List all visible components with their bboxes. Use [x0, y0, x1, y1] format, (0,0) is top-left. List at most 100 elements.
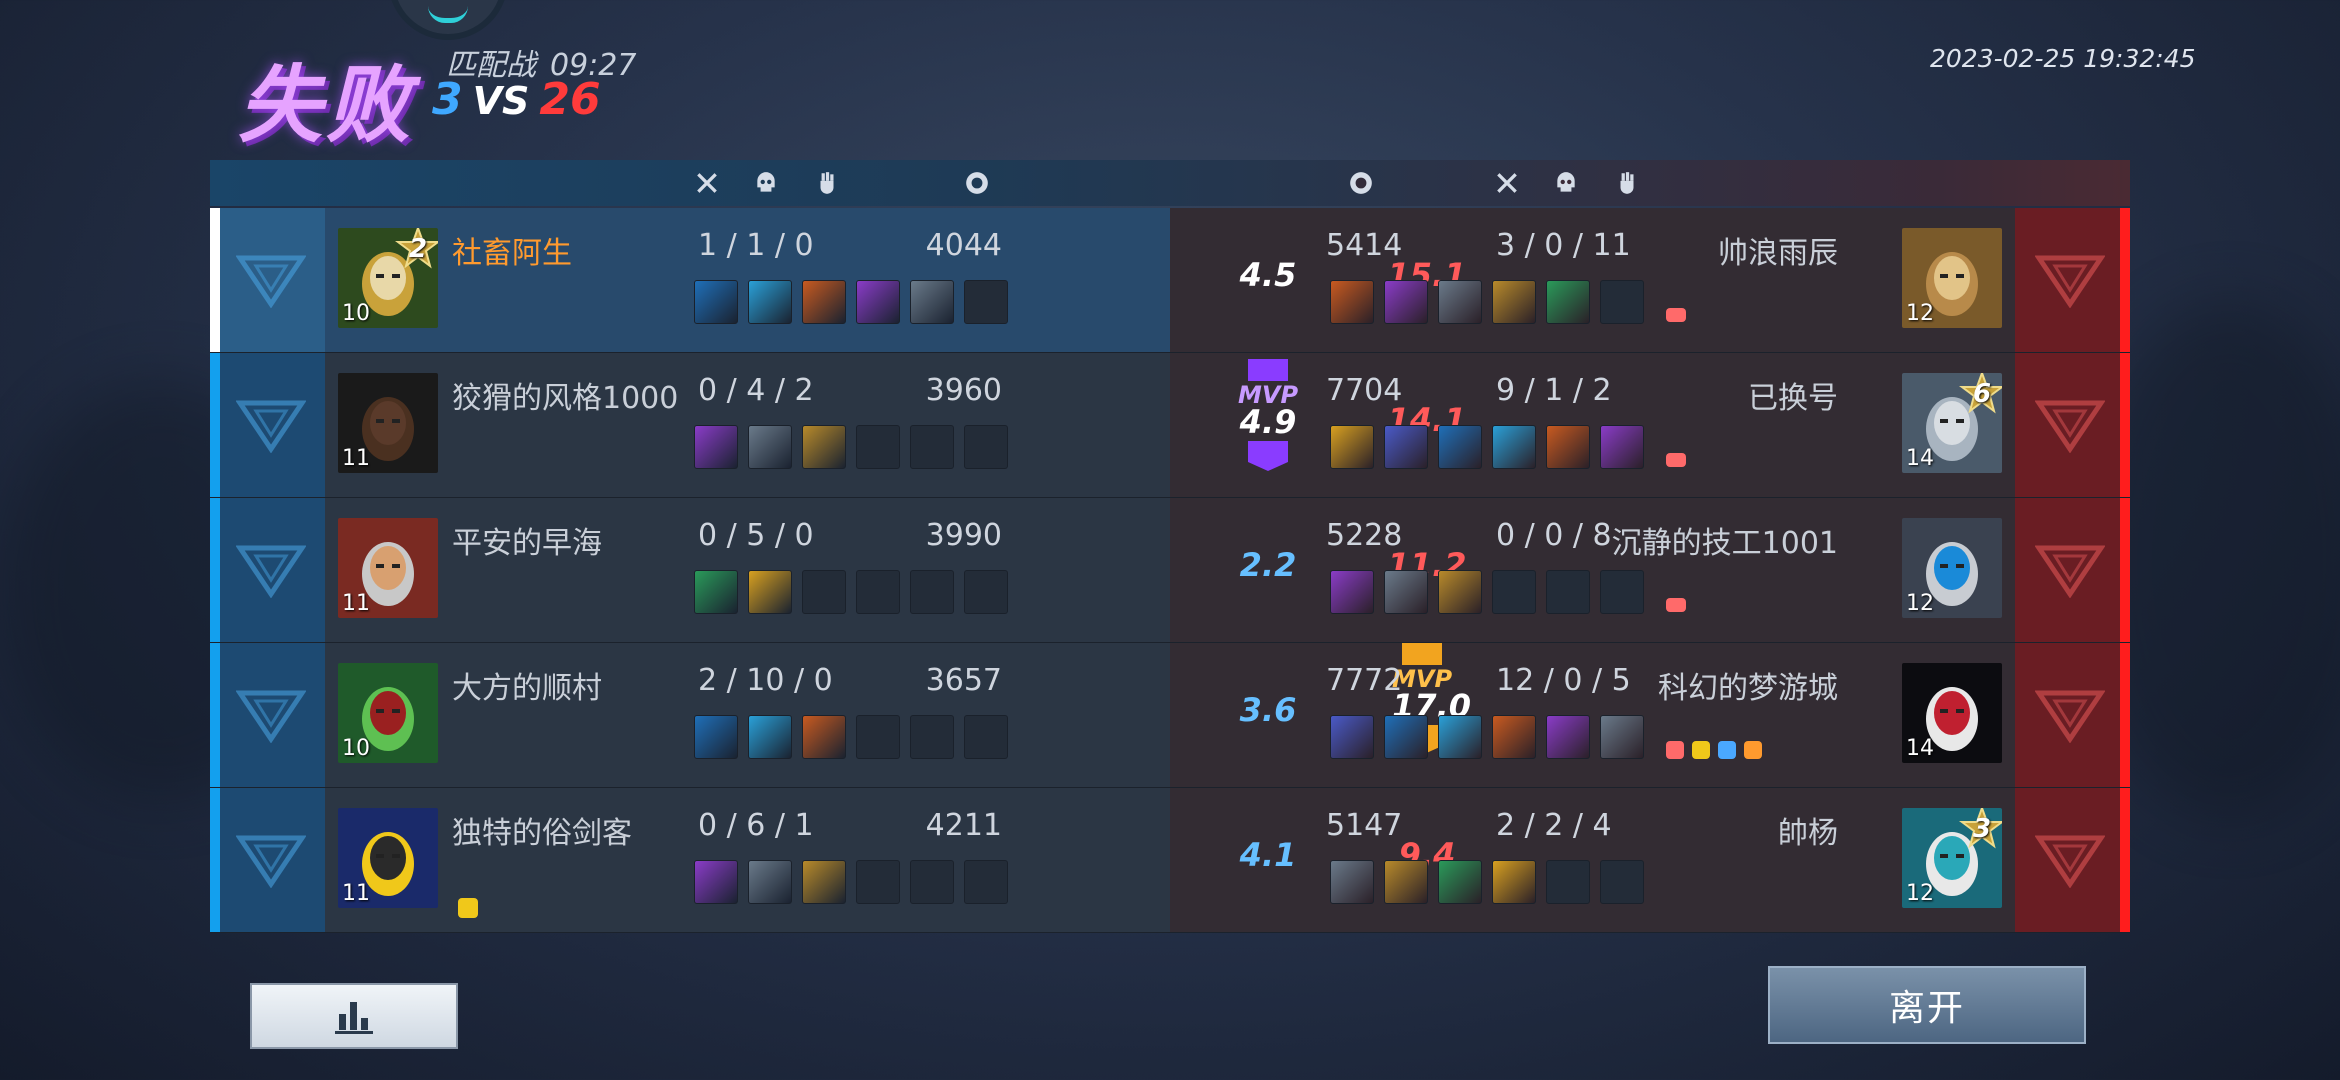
- left-rating: 4.1: [1239, 836, 1297, 874]
- item-slot[interactable]: [1330, 860, 1374, 904]
- left-hero-portrait[interactable]: 10 2: [338, 228, 438, 328]
- right-hero-portrait[interactable]: 14 6: [1902, 373, 2002, 473]
- hero-level: 12: [1906, 881, 1934, 906]
- left-expand-toggle[interactable]: [210, 788, 325, 932]
- left-expand-toggle[interactable]: [210, 643, 325, 787]
- item-slot[interactable]: [1384, 715, 1428, 759]
- left-expand-toggle[interactable]: [210, 208, 325, 352]
- item-slot[interactable]: [1600, 425, 1644, 469]
- item-slot[interactable]: [1330, 425, 1374, 469]
- item-slot[interactable]: [694, 715, 738, 759]
- triangle-emblem-icon: [2035, 545, 2105, 598]
- item-slot[interactable]: [802, 715, 846, 759]
- right-player-name: 沉静的技工1001: [1611, 526, 1838, 561]
- item-slot[interactable]: [910, 280, 954, 324]
- item-slot-empty: [856, 425, 900, 469]
- item-slot[interactable]: [1546, 280, 1590, 324]
- item-slot-empty: [964, 570, 1008, 614]
- item-slot[interactable]: [1384, 570, 1428, 614]
- right-expand-toggle[interactable]: [2015, 498, 2130, 642]
- item-slot-empty: [964, 715, 1008, 759]
- item-slot[interactable]: [856, 280, 900, 324]
- right-kda: 2 / 2 / 4: [1496, 808, 1612, 843]
- item-slot-empty: [1492, 570, 1536, 614]
- item-slot-empty: [856, 715, 900, 759]
- item-slot-empty: [1546, 570, 1590, 614]
- right-expand-toggle[interactable]: [2015, 643, 2130, 787]
- item-slot-empty: [856, 570, 900, 614]
- right-expand-toggle[interactable]: [2015, 788, 2130, 932]
- team-score: 3 VS 26: [432, 74, 601, 125]
- item-slot[interactable]: [1492, 715, 1536, 759]
- left-expand-toggle[interactable]: [210, 498, 325, 642]
- item-slot[interactable]: [694, 860, 738, 904]
- match-datetime: 2023-02-25 19:32:45: [1930, 44, 2196, 73]
- item-slot[interactable]: [748, 280, 792, 324]
- bar-chart-icon: [335, 1002, 373, 1034]
- left-mvp-badge: MVP 4.9: [1238, 359, 1298, 471]
- left-item-slots: [694, 715, 1008, 759]
- item-slot[interactable]: [694, 570, 738, 614]
- hero-level: 12: [1906, 301, 1934, 326]
- left-gold: 3960: [925, 373, 1002, 408]
- item-slot[interactable]: [1438, 570, 1482, 614]
- item-slot[interactable]: [748, 715, 792, 759]
- item-slot[interactable]: [1384, 860, 1428, 904]
- item-slot[interactable]: [1330, 280, 1374, 324]
- star-rank: 3: [1972, 814, 1992, 844]
- right-hero-portrait[interactable]: 12 3: [1902, 808, 2002, 908]
- left-kda: 0 / 5 / 0: [698, 518, 814, 553]
- left-hero-portrait[interactable]: 11: [338, 373, 438, 473]
- leave-button[interactable]: 离开: [1768, 966, 2086, 1044]
- item-slot[interactable]: [1330, 715, 1374, 759]
- item-slot[interactable]: [694, 425, 738, 469]
- item-slot[interactable]: [748, 425, 792, 469]
- item-slot-empty: [964, 280, 1008, 324]
- right-expand-toggle[interactable]: [2015, 208, 2130, 352]
- item-slot[interactable]: [1492, 425, 1536, 469]
- item-slot[interactable]: [1330, 570, 1374, 614]
- star-rank: 6: [1972, 379, 1992, 409]
- right-expand-toggle[interactable]: [2015, 353, 2130, 497]
- item-slot[interactable]: [748, 860, 792, 904]
- hero-level: 10: [342, 736, 370, 761]
- left-item-slots: [694, 860, 1008, 904]
- mvp-flag-top: [1248, 359, 1288, 381]
- item-slot-empty: [964, 860, 1008, 904]
- item-slot[interactable]: [1384, 425, 1428, 469]
- right-hero-portrait[interactable]: 14: [1902, 663, 2002, 763]
- right-hero-portrait[interactable]: 12: [1902, 518, 2002, 618]
- left-hero-portrait[interactable]: 10: [338, 663, 438, 763]
- item-slot[interactable]: [1438, 860, 1482, 904]
- item-slot[interactable]: [1438, 425, 1482, 469]
- item-slot[interactable]: [802, 425, 846, 469]
- achievement-badge-icon: [1692, 741, 1710, 759]
- left-hero-portrait[interactable]: 11: [338, 808, 438, 908]
- item-slot[interactable]: [1384, 280, 1428, 324]
- achievement-badge-icon: [458, 898, 478, 918]
- item-slot[interactable]: [802, 280, 846, 324]
- item-slot[interactable]: [748, 570, 792, 614]
- stats-chart-button[interactable]: [250, 983, 458, 1049]
- triangle-emblem-icon: [236, 400, 306, 453]
- hero-level: 11: [342, 446, 370, 471]
- item-slot[interactable]: [1438, 280, 1482, 324]
- right-gold: 7772: [1326, 663, 1403, 698]
- item-slot[interactable]: [802, 860, 846, 904]
- hero-level: 11: [342, 881, 370, 906]
- item-slot[interactable]: [694, 280, 738, 324]
- right-kda: 12 / 0 / 5: [1496, 663, 1631, 698]
- right-gold: 5147: [1326, 808, 1403, 843]
- right-kda: 3 / 0 / 11: [1496, 228, 1631, 263]
- item-slot[interactable]: [1600, 715, 1644, 759]
- item-slot[interactable]: [1438, 715, 1482, 759]
- mvp-flag-bottom: [1248, 441, 1288, 471]
- item-slot[interactable]: [1546, 425, 1590, 469]
- right-hero-portrait[interactable]: 12: [1902, 228, 2002, 328]
- left-expand-toggle[interactable]: [210, 353, 325, 497]
- item-slot[interactable]: [1546, 715, 1590, 759]
- item-slot[interactable]: [1492, 280, 1536, 324]
- item-slot[interactable]: [1492, 860, 1536, 904]
- mvp-score: 4.9: [1239, 403, 1297, 441]
- left-hero-portrait[interactable]: 11: [338, 518, 438, 618]
